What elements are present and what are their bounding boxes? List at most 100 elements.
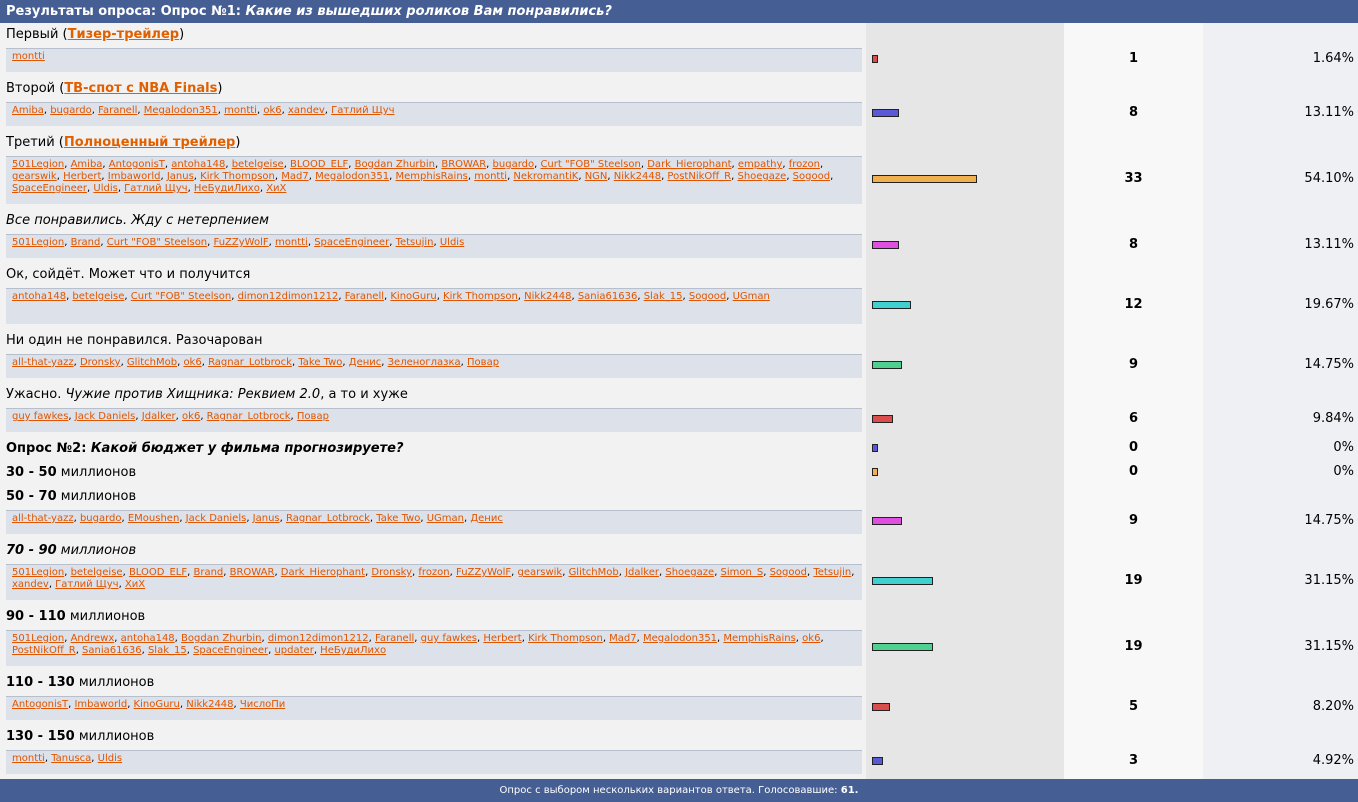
voter-link[interactable]: all-that-yazz bbox=[12, 357, 74, 368]
voter-link[interactable]: 501Legion bbox=[12, 159, 64, 170]
voter-link[interactable]: Shoegaze bbox=[737, 171, 786, 182]
voter-link[interactable]: montti bbox=[12, 51, 45, 62]
voter-link[interactable]: dimon12dimon1212 bbox=[268, 633, 369, 644]
voter-link[interactable]: Ragnar_Lotbrock bbox=[207, 411, 291, 422]
voter-link[interactable]: montti bbox=[275, 237, 308, 248]
voter-link[interactable]: bugardo bbox=[50, 105, 92, 116]
voter-link[interactable]: Зеленоглазка bbox=[388, 357, 461, 368]
voter-link[interactable]: PostNikOff_R bbox=[12, 645, 76, 656]
voter-link[interactable]: Денис bbox=[470, 513, 503, 524]
voter-link[interactable]: Brand bbox=[193, 567, 223, 578]
voter-link[interactable]: Amiba bbox=[12, 105, 44, 116]
voter-link[interactable]: ok6 bbox=[263, 105, 281, 116]
voter-link[interactable]: EMoushen bbox=[128, 513, 179, 524]
voter-link[interactable]: Dark_Hierophant bbox=[281, 567, 365, 578]
voter-link[interactable]: Take Two bbox=[298, 357, 342, 368]
voter-link[interactable]: Денис bbox=[349, 357, 382, 368]
voter-link[interactable]: AntogonisT bbox=[12, 699, 68, 710]
voter-link[interactable]: antoha148 bbox=[12, 291, 66, 302]
voter-link[interactable]: Dronsky bbox=[80, 357, 121, 368]
voter-link[interactable]: Ragnar_Lotbrock bbox=[286, 513, 370, 524]
voter-link[interactable]: SpaceEngineer bbox=[12, 183, 87, 194]
voter-link[interactable]: frozon bbox=[418, 567, 449, 578]
voter-link[interactable]: Tetsujin bbox=[396, 237, 434, 248]
voter-link[interactable]: Herbert bbox=[483, 633, 521, 644]
voter-link[interactable]: Herbert bbox=[63, 171, 101, 182]
voter-link[interactable]: Curt "FOB" Steelson bbox=[540, 159, 640, 170]
voter-link[interactable]: KinoGuru bbox=[134, 699, 180, 710]
voter-link[interactable]: Sania61636 bbox=[82, 645, 142, 656]
voter-link[interactable]: Kirk Thompson bbox=[443, 291, 518, 302]
voter-link[interactable]: ok6 bbox=[182, 411, 200, 422]
voter-link[interactable]: SpaceEngineer bbox=[193, 645, 268, 656]
voter-link[interactable]: Гатлий Щуч bbox=[55, 579, 118, 590]
voter-link[interactable]: gearswik bbox=[518, 567, 563, 578]
voter-link[interactable]: Slak_15 bbox=[644, 291, 683, 302]
voter-link[interactable]: SpaceEngineer bbox=[314, 237, 389, 248]
voter-link[interactable]: Sogood bbox=[793, 171, 830, 182]
voter-link[interactable]: bugardo bbox=[493, 159, 535, 170]
voter-link[interactable]: Curt "FOB" Steelson bbox=[131, 291, 231, 302]
voter-link[interactable]: Andrewx bbox=[71, 633, 115, 644]
voter-link[interactable]: Faranell bbox=[345, 291, 384, 302]
voter-link[interactable]: Повар bbox=[467, 357, 499, 368]
voter-link[interactable]: KinoGuru bbox=[390, 291, 436, 302]
voter-link[interactable]: empathy bbox=[738, 159, 783, 170]
voter-link[interactable]: BROWAR bbox=[230, 567, 275, 578]
voter-link[interactable]: Ragnar_Lotbrock bbox=[208, 357, 292, 368]
voter-link[interactable]: BLOOD_ELF bbox=[290, 159, 348, 170]
voter-link[interactable]: ХиХ bbox=[266, 183, 286, 194]
voter-link[interactable]: Tetsujin bbox=[813, 567, 851, 578]
voter-link[interactable]: Imbaworld bbox=[74, 699, 127, 710]
voter-link[interactable]: Megalodon351 bbox=[315, 171, 389, 182]
voter-link[interactable]: xandev bbox=[12, 579, 49, 590]
voter-link[interactable]: UGman bbox=[427, 513, 464, 524]
voter-link[interactable]: Uldis bbox=[93, 183, 117, 194]
voter-link[interactable]: Faranell bbox=[98, 105, 137, 116]
voter-link[interactable]: Uldis bbox=[98, 753, 122, 764]
voter-link[interactable]: Imbaworld bbox=[108, 171, 161, 182]
voter-link[interactable]: frozon bbox=[789, 159, 820, 170]
voter-link[interactable]: BROWAR bbox=[441, 159, 486, 170]
voter-link[interactable]: Simon_S bbox=[721, 567, 764, 578]
voter-link[interactable]: Гатлий Щуч bbox=[124, 183, 187, 194]
voter-link[interactable]: GlitchMob bbox=[127, 357, 177, 368]
voter-link[interactable]: BLOOD_ELF bbox=[129, 567, 187, 578]
voter-link[interactable]: Kirk Thompson bbox=[200, 171, 275, 182]
voter-link[interactable]: guy fawkes bbox=[421, 633, 477, 644]
voter-link[interactable]: Megalodon351 bbox=[144, 105, 218, 116]
voter-link[interactable]: Bogdan Zhurbin bbox=[181, 633, 261, 644]
voter-link[interactable]: antoha148 bbox=[121, 633, 175, 644]
voter-link[interactable]: FuZZyWolF bbox=[214, 237, 269, 248]
voter-link[interactable]: Nikk2448 bbox=[524, 291, 571, 302]
voter-link[interactable]: Shoegaze bbox=[665, 567, 714, 578]
voter-link[interactable]: Kirk Thompson bbox=[528, 633, 603, 644]
voter-link[interactable]: antoha148 bbox=[171, 159, 225, 170]
voter-link[interactable]: Dronsky bbox=[371, 567, 412, 578]
voter-link[interactable]: Amiba bbox=[71, 159, 103, 170]
voter-link[interactable]: Dark_Hierophant bbox=[647, 159, 731, 170]
voter-link[interactable]: all-that-yazz bbox=[12, 513, 74, 524]
voter-link[interactable]: Sogood bbox=[770, 567, 807, 578]
voter-link[interactable]: betelgeise bbox=[71, 567, 123, 578]
voter-link[interactable]: Tanusca bbox=[51, 753, 91, 764]
voter-link[interactable]: Brand bbox=[71, 237, 101, 248]
option-link[interactable]: Полноценный трейлер bbox=[64, 135, 235, 150]
voter-link[interactable]: bugardo bbox=[80, 513, 122, 524]
voter-link[interactable]: ok6 bbox=[183, 357, 201, 368]
voter-link[interactable]: НеБудиЛихо bbox=[194, 183, 260, 194]
voter-link[interactable]: Mad7 bbox=[281, 171, 308, 182]
voter-link[interactable]: Take Two bbox=[376, 513, 420, 524]
voter-link[interactable]: betelgeise bbox=[232, 159, 284, 170]
voter-link[interactable]: Jack Daniels bbox=[75, 411, 136, 422]
voter-link[interactable]: Nikk2448 bbox=[614, 171, 661, 182]
voter-link[interactable]: Janus bbox=[167, 171, 194, 182]
voter-link[interactable]: Повар bbox=[297, 411, 329, 422]
voter-link[interactable]: ХиХ bbox=[125, 579, 145, 590]
voter-link[interactable]: NGN bbox=[585, 171, 608, 182]
voter-link[interactable]: betelgeise bbox=[72, 291, 124, 302]
voter-link[interactable]: montti bbox=[12, 753, 45, 764]
voter-link[interactable]: updater bbox=[274, 645, 313, 656]
voter-link[interactable]: Megalodon351 bbox=[643, 633, 717, 644]
voter-link[interactable]: dimon12dimon1212 bbox=[238, 291, 339, 302]
